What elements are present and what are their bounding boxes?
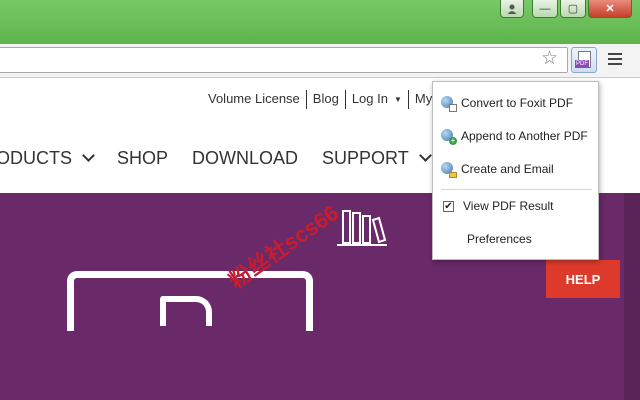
top-links: Volume License Blog Log In ▼ My (208, 90, 438, 109)
menu-item-preferences[interactable]: Preferences (467, 228, 532, 250)
blog-link[interactable]: Blog (307, 90, 346, 109)
pdf-tag: PDF (575, 60, 589, 68)
nav-download-label: DOWNLOAD (192, 148, 299, 168)
menu-item-append[interactable]: + Append to Another PDF (441, 125, 588, 147)
hamburger-menu-icon[interactable] (608, 53, 622, 68)
nav-shop-label: SHOP (117, 148, 169, 168)
nav-products[interactable]: ODUCTS (0, 148, 95, 169)
menu-item-view-result[interactable]: ✔ View PDF Result (441, 195, 553, 217)
page-scrollbar[interactable] (624, 193, 640, 400)
close-button[interactable]: ✕ (588, 0, 632, 18)
foxit-pdf-extension-button[interactable]: PDF (571, 47, 597, 73)
chevron-down-icon (82, 149, 95, 162)
menu-separator (441, 189, 592, 190)
nav-shop[interactable]: SHOP (117, 148, 168, 169)
window-controls: — ▢ ✕ (500, 0, 632, 19)
nav-support[interactable]: SUPPORT (322, 148, 432, 169)
menu-item-create-email-label: Create and Email (461, 162, 554, 176)
menu-item-append-label: Append to Another PDF (461, 129, 588, 143)
nav-download[interactable]: DOWNLOAD (192, 148, 298, 169)
window-titlebar: — ▢ ✕ (0, 0, 640, 44)
globe-doc-icon (441, 95, 457, 112)
volume-license-link[interactable]: Volume License (208, 90, 307, 109)
nav-support-label: SUPPORT (322, 148, 409, 168)
bookmark-star-icon[interactable]: ☆ (541, 49, 558, 69)
globe-mail-icon (441, 161, 457, 178)
view-result-label: View PDF Result (463, 199, 554, 213)
chevron-down-icon (418, 149, 432, 162)
main-nav: ODUCTS SHOP DOWNLOAD SUPPORT (0, 148, 454, 169)
menu-item-convert-label: Convert to Foxit PDF (461, 96, 574, 110)
menu-item-convert[interactable]: Convert to Foxit PDF (441, 92, 573, 114)
caret-down-icon: ▼ (393, 94, 402, 104)
foxit-extension-menu: Convert to Foxit PDF + Append to Another… (432, 81, 599, 260)
login-link[interactable]: Log In ▼ (346, 90, 409, 109)
login-label: Log In (351, 91, 388, 106)
person-icon (507, 4, 517, 14)
view-result-checkbox[interactable]: ✔ (443, 200, 454, 212)
preferences-label: Preferences (467, 232, 532, 246)
address-bar[interactable] (0, 47, 568, 73)
books-icon (337, 210, 387, 246)
nav-products-label: ODUCTS (0, 148, 72, 168)
profile-button[interactable] (500, 0, 524, 18)
help-button[interactable]: HELP (546, 260, 620, 298)
globe-plus-icon: + (441, 128, 457, 145)
minimize-button[interactable]: — (532, 0, 558, 18)
menu-item-create-email[interactable]: Create and Email (441, 158, 554, 180)
maximize-button[interactable]: ▢ (560, 0, 586, 18)
document-icon (160, 296, 212, 326)
